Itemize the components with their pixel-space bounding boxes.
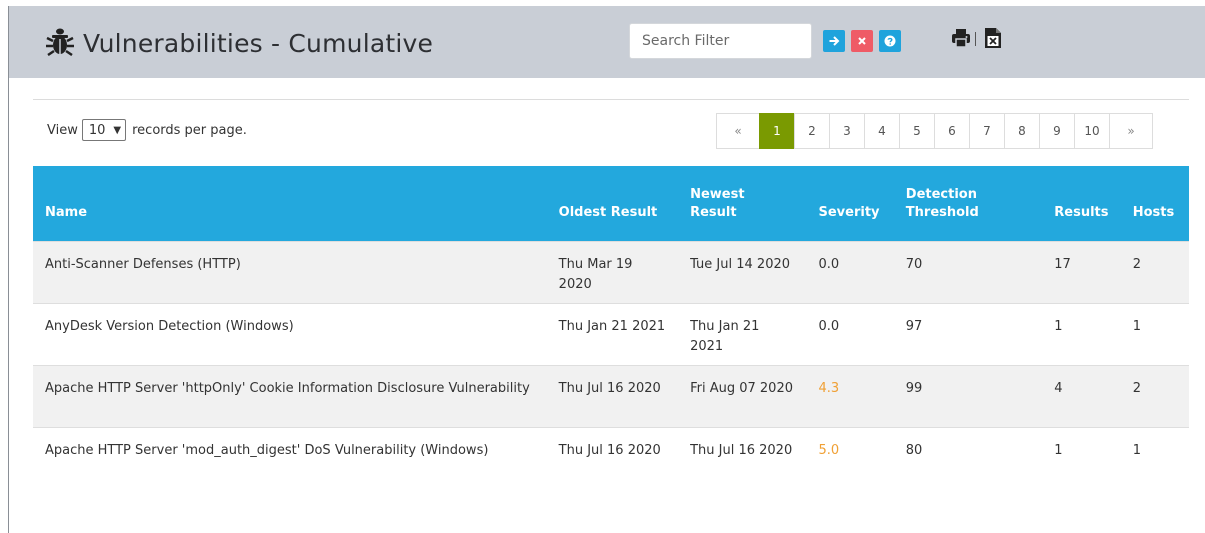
column-header-oldest-result[interactable]: Oldest Result bbox=[547, 166, 678, 241]
print-icon[interactable] bbox=[951, 28, 971, 52]
apply-filter-button[interactable] bbox=[823, 30, 845, 52]
pagination-page[interactable]: 3 bbox=[829, 113, 864, 149]
cell-severity: 4.3 bbox=[806, 364, 894, 427]
cell-oldest-result: Thu Mar 19 2020 bbox=[546, 240, 679, 303]
pagination-page[interactable]: 4 bbox=[864, 113, 899, 149]
arrow-right-icon bbox=[829, 36, 840, 46]
search-input[interactable] bbox=[629, 23, 812, 59]
table-header: Name Oldest Result Newest Result Severit… bbox=[33, 166, 1189, 241]
column-header-severity[interactable]: Severity bbox=[807, 166, 894, 241]
app-frame: Vulnerabilities - Cumulative Search Filt… bbox=[0, 0, 1205, 533]
table-row[interactable]: Apache HTTP Server 'httpOnly' Cookie Inf… bbox=[33, 364, 1189, 427]
records-per-page-value: 10 bbox=[88, 122, 106, 138]
cell-newest-result: Fri Aug 07 2020 bbox=[678, 364, 807, 427]
column-header-results[interactable]: Results bbox=[1042, 166, 1120, 241]
cell-hosts: 2 bbox=[1120, 240, 1189, 303]
cell-results: 4 bbox=[1042, 364, 1121, 427]
pagination-page[interactable]: 6 bbox=[934, 113, 969, 149]
toolbar-divider bbox=[975, 32, 976, 46]
cell-name[interactable]: AnyDesk Version Detection (Windows) bbox=[33, 302, 547, 365]
column-header-name[interactable]: Name bbox=[33, 166, 547, 241]
pagination: « 1 2 3 4 5 6 7 8 9 10 » bbox=[716, 113, 1153, 149]
cell-detection-threshold: 70 bbox=[893, 240, 1043, 303]
pagination-page[interactable]: 2 bbox=[794, 113, 829, 149]
cell-hosts: 1 bbox=[1120, 426, 1189, 489]
cell-severity: 0.0 bbox=[806, 240, 894, 303]
cell-name[interactable]: Apache HTTP Server 'mod_auth_digest' DoS… bbox=[33, 426, 547, 489]
column-header-newest-result[interactable]: Newest Result bbox=[678, 166, 806, 241]
cell-name[interactable]: Apache HTTP Server 'httpOnly' Cookie Inf… bbox=[33, 364, 547, 427]
cell-detection-threshold: 97 bbox=[893, 302, 1043, 365]
cell-detection-threshold: 99 bbox=[893, 364, 1043, 427]
records-per-page-select[interactable]: 10 ▼ bbox=[81, 119, 127, 141]
title-group: Vulnerabilities - Cumulative bbox=[45, 26, 433, 60]
chevron-down-icon: ▼ bbox=[113, 124, 122, 136]
divider bbox=[33, 99, 1189, 100]
cell-detection-threshold: 80 bbox=[893, 426, 1043, 489]
pagination-page[interactable]: 10 bbox=[1074, 113, 1109, 149]
close-icon bbox=[858, 37, 866, 45]
pagination-page[interactable]: 1 bbox=[759, 113, 794, 149]
cell-severity: 5.0 bbox=[806, 426, 894, 489]
cell-results: 1 bbox=[1042, 302, 1121, 365]
view-label: View bbox=[47, 122, 78, 138]
cell-oldest-result: Thu Jul 16 2020 bbox=[546, 364, 679, 427]
cell-oldest-result: Thu Jan 21 2021 bbox=[546, 302, 679, 365]
column-header-hosts[interactable]: Hosts bbox=[1121, 166, 1189, 241]
excel-icon[interactable] bbox=[984, 27, 1002, 53]
column-header-detection-threshold[interactable]: Detection Threshold bbox=[894, 166, 1042, 241]
pagination-prev[interactable]: « bbox=[716, 113, 759, 149]
pagination-page[interactable]: 7 bbox=[969, 113, 1004, 149]
pagination-page[interactable]: 9 bbox=[1039, 113, 1074, 149]
cell-severity: 0.0 bbox=[806, 302, 894, 365]
cell-newest-result: Thu Jan 21 2021 bbox=[678, 302, 807, 365]
pagination-next[interactable]: » bbox=[1109, 113, 1153, 149]
question-icon bbox=[884, 35, 896, 47]
pagination-page[interactable]: 5 bbox=[899, 113, 934, 149]
clear-filter-button[interactable] bbox=[851, 30, 873, 52]
bug-icon bbox=[45, 26, 75, 60]
table-row[interactable]: Anti-Scanner Defenses (HTTP) Thu Mar 19 … bbox=[33, 240, 1189, 303]
cell-hosts: 1 bbox=[1120, 302, 1189, 365]
pagination-page[interactable]: 8 bbox=[1004, 113, 1039, 149]
cell-results: 1 bbox=[1042, 426, 1121, 489]
cell-newest-result: Thu Jul 16 2020 bbox=[678, 426, 807, 489]
cell-name[interactable]: Anti-Scanner Defenses (HTTP) bbox=[33, 240, 547, 303]
table-row[interactable]: AnyDesk Version Detection (Windows) Thu … bbox=[33, 302, 1189, 365]
records-per-page-control: View 10 ▼ records per page. bbox=[47, 119, 247, 141]
page-title: Vulnerabilities - Cumulative bbox=[83, 28, 434, 58]
cell-oldest-result: Thu Jul 16 2020 bbox=[546, 426, 679, 489]
table-row[interactable]: Apache HTTP Server 'mod_auth_digest' DoS… bbox=[33, 426, 1189, 489]
vulnerabilities-table: Name Oldest Result Newest Result Severit… bbox=[33, 166, 1189, 489]
records-per-page-suffix: records per page. bbox=[132, 122, 247, 138]
cell-results: 17 bbox=[1042, 240, 1121, 303]
help-button[interactable] bbox=[879, 30, 901, 52]
page-header: Vulnerabilities - Cumulative bbox=[8, 6, 1205, 78]
cell-hosts: 2 bbox=[1120, 364, 1189, 427]
cell-newest-result: Tue Jul 14 2020 bbox=[678, 240, 807, 303]
main-content: View 10 ▼ records per page. « 1 2 3 4 5 … bbox=[8, 78, 1205, 533]
